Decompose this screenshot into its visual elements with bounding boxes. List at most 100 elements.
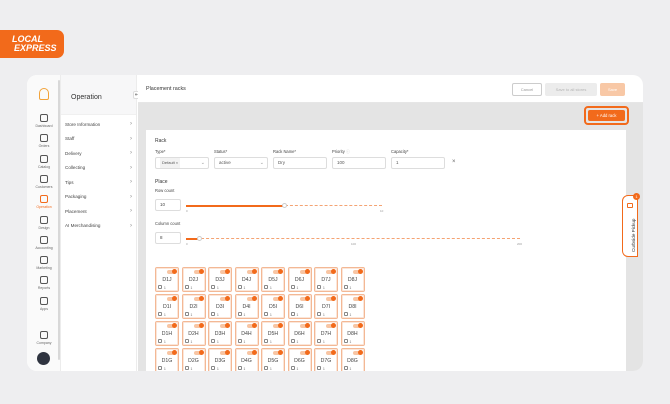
slot-toggle[interactable] [273,296,283,301]
submenu-item-ai-merchandising[interactable]: AI Merchandising › [61,219,136,234]
slot-checkbox[interactable] [290,365,295,370]
slot-toggle[interactable] [326,269,336,274]
slot-checkbox[interactable] [290,311,295,316]
rail-item-operation[interactable]: Operation [32,195,56,209]
slot-checkbox[interactable] [317,338,321,343]
slot-d7g[interactable]: D7G 1 [314,348,338,371]
slot-d1g[interactable]: D1G 1 [155,348,179,371]
row-count-slider[interactable] [186,202,382,208]
rail-scrollbar[interactable] [58,80,60,360]
slot-d5j[interactable]: D5J 1 [261,267,285,292]
rail-item-dashboard[interactable]: Dashboard [32,114,56,128]
slot-toggle[interactable] [167,269,177,274]
slot-toggle[interactable] [167,323,177,328]
slot-d8g[interactable]: D8G 1 [340,348,365,371]
rail-item-design[interactable]: Design [32,215,56,230]
slot-d1i[interactable]: D1I 1 [155,294,179,319]
slot-checkbox[interactable] [343,338,348,343]
slot-checkbox[interactable] [237,311,242,316]
slot-toggle[interactable] [220,269,230,274]
slot-d3i[interactable]: D3I 1 [208,294,232,319]
slot-d7h[interactable]: D7H 1 [314,321,338,346]
slot-checkbox[interactable] [343,284,348,289]
slot-checkbox[interactable] [290,284,295,289]
capacity-input[interactable]: 1 [391,157,445,169]
slot-toggle[interactable] [220,296,230,301]
slot-checkbox[interactable] [343,365,348,370]
slot-d3j[interactable]: D3J 1 [208,267,232,292]
slot-toggle[interactable] [352,323,363,328]
slot-toggle[interactable] [273,269,283,274]
slot-d6h[interactable]: D6H 1 [287,321,312,346]
slot-checkbox[interactable] [184,338,189,343]
slot-d7j[interactable]: D7J 1 [314,267,338,292]
submenu-item-tips[interactable]: Tips › [61,175,136,190]
slot-toggle[interactable] [326,323,336,328]
submenu-item-staff[interactable]: Staff › [61,132,136,147]
slot-toggle[interactable] [220,323,230,328]
curbside-pickup-tab[interactable]: 1 Curbside Pickup [622,193,640,257]
slot-toggle[interactable] [299,269,310,274]
slot-checkbox[interactable] [184,311,189,316]
slot-toggle[interactable] [352,296,363,301]
slot-d2g[interactable]: D2G 1 [181,348,206,371]
rail-item-customers[interactable]: Customers [32,174,56,189]
slot-toggle[interactable] [167,350,177,355]
slot-d4h[interactable]: D4H 1 [234,321,259,346]
slot-d1h[interactable]: D1H 1 [155,321,179,346]
avatar[interactable] [37,352,50,365]
slot-d4g[interactable]: D4G 1 [234,348,259,371]
slot-d2i[interactable]: D2I 1 [181,294,206,319]
slot-d4i[interactable]: D4I 1 [234,294,259,319]
slot-d5g[interactable]: D5G 1 [261,348,285,371]
type-select[interactable]: Default × ⌄ [155,157,209,169]
rail-item-accounting[interactable]: Accounting [32,235,56,250]
submenu-item-collecting[interactable]: Collecting › [61,161,136,176]
rail-item-catalog[interactable]: Catalog [32,154,56,169]
slot-checkbox[interactable] [317,311,321,316]
slot-checkbox[interactable] [237,365,242,370]
slot-d5i[interactable]: D5I 1 [261,294,285,319]
slot-toggle[interactable] [273,350,283,355]
column-count-input[interactable]: 8 [155,232,181,244]
slot-toggle[interactable] [246,323,257,328]
bell-icon[interactable] [39,88,49,100]
add-rack-button[interactable]: + Add rack [588,110,625,121]
slot-d3g[interactable]: D3G 1 [208,348,232,371]
slot-checkbox[interactable] [158,311,162,316]
slot-d6j[interactable]: D6J 1 [287,267,312,292]
slot-toggle[interactable] [326,296,336,301]
slot-toggle[interactable] [326,350,336,355]
slot-d4j[interactable]: D4J 1 [234,267,259,292]
rack-name-input[interactable]: Dry [273,157,327,169]
slot-toggle[interactable] [193,269,204,274]
submenu-item-store-information[interactable]: Store Information › [61,117,136,132]
slot-toggle[interactable] [352,350,363,355]
slot-d3h[interactable]: D3H 1 [208,321,232,346]
slot-toggle[interactable] [299,323,310,328]
slot-d6g[interactable]: D6G 1 [287,348,312,371]
slot-d6i[interactable]: D6I 1 [287,294,312,319]
slot-toggle[interactable] [246,296,257,301]
slot-checkbox[interactable] [317,284,321,289]
rail-item-orders[interactable]: Orders [32,134,56,148]
rail-item-company[interactable]: Company [32,331,56,345]
cancel-button[interactable]: Cancel [512,83,542,96]
slot-checkbox[interactable] [237,338,242,343]
slot-checkbox[interactable] [290,338,295,343]
slot-checkbox[interactable] [158,365,162,370]
rail-item-apps[interactable]: Apps [32,296,56,311]
slot-d2j[interactable]: D2J 1 [181,267,206,292]
slot-toggle[interactable] [193,323,204,328]
slot-d8j[interactable]: D8J 1 [340,267,365,292]
slot-checkbox[interactable] [158,338,162,343]
rail-item-marketing[interactable]: Marketing [32,256,56,270]
slot-checkbox[interactable] [184,284,189,289]
column-count-slider[interactable] [186,235,520,241]
slot-checkbox[interactable] [211,338,215,343]
slot-checkbox[interactable] [184,365,189,370]
slot-checkbox[interactable] [264,311,268,316]
slot-toggle[interactable] [220,350,230,355]
slot-d1j[interactable]: D1J 1 [155,267,179,292]
slot-toggle[interactable] [193,350,204,355]
